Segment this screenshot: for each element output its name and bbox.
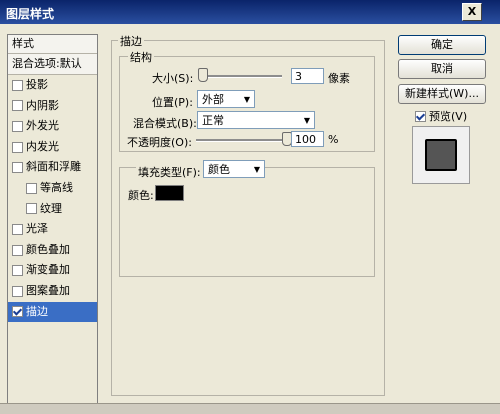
bottom-strip [0,403,500,414]
checkbox-icon[interactable] [12,141,23,153]
checkbox-icon[interactable] [12,244,23,256]
opacity-input[interactable]: 100 [291,131,324,147]
style-item[interactable]: 纹理 [8,199,97,220]
style-item[interactable]: 外发光 [8,116,97,137]
position-value: 外部 [202,93,224,106]
structure-group-title: 结构 [128,49,154,65]
style-item-label: 纹理 [40,201,62,215]
blend-mode-select[interactable]: 正常 ▼ [197,111,315,129]
preview-checkbox[interactable]: 预览(V) [415,108,467,124]
style-items: 投影内阴影外发光内发光斜面和浮雕等高线纹理光泽颜色叠加渐变叠加图案叠加描边 [8,75,97,323]
style-list: 样式 混合选项:默认 投影内阴影外发光内发光斜面和浮雕等高线纹理光泽颜色叠加渐变… [7,34,98,405]
cancel-button[interactable]: 取消 [398,59,486,79]
blend-options-item[interactable]: 混合选项:默认 [8,54,97,75]
stroke-color-swatch[interactable] [155,185,184,201]
style-item[interactable]: 等高线 [8,178,97,199]
style-item[interactable]: 颜色叠加 [8,240,97,261]
style-item[interactable]: 光泽 [8,219,97,240]
style-item-label: 图案叠加 [26,283,70,297]
checkbox-icon[interactable] [26,182,37,194]
position-select[interactable]: 外部 ▼ [197,90,255,108]
ok-button[interactable]: 确定 [398,35,486,55]
style-item[interactable]: 斜面和浮雕 [8,157,97,178]
opacity-slider-track[interactable] [196,139,288,142]
chevron-down-icon: ▼ [243,95,250,104]
style-item-label: 内发光 [26,139,59,153]
style-item-label: 描边 [26,304,48,318]
position-label: 位置(P): [152,96,193,109]
style-preview [412,126,470,184]
checkbox-icon[interactable] [12,306,23,318]
check-icon [415,110,426,122]
checkbox-icon[interactable] [12,223,23,235]
checkbox-icon[interactable] [12,100,23,112]
title-bar[interactable]: 图层样式 X [0,0,500,24]
chevron-down-icon: ▼ [303,116,310,125]
close-icon[interactable]: X [462,3,482,21]
checkbox-icon[interactable] [12,265,23,277]
style-item-label: 等高线 [40,180,73,194]
size-slider-track[interactable] [200,75,282,78]
size-label: 大小(S): [152,72,194,85]
checkbox-icon[interactable] [12,79,23,91]
layer-style-dialog: 图层样式 X 样式 混合选项:默认 投影内阴影外发光内发光斜面和浮雕等高线纹理光… [0,0,500,414]
style-item-label: 颜色叠加 [26,242,70,256]
fill-group [119,167,375,277]
color-label: 颜色: [128,189,154,202]
style-item-label: 内阴影 [26,98,59,112]
chevron-down-icon: ▼ [253,165,260,174]
checkbox-icon[interactable] [26,203,37,215]
blend-mode-label: 混合模式(B): [133,117,197,130]
preview-swatch [425,139,457,171]
style-item-label: 外发光 [26,119,59,133]
size-slider-thumb[interactable] [198,68,208,82]
new-style-button[interactable]: 新建样式(W)... [398,84,486,104]
checkbox-icon[interactable] [12,120,23,132]
style-item[interactable]: 描边 [8,301,97,323]
opacity-unit: % [328,133,339,146]
blend-mode-value: 正常 [202,114,224,127]
style-list-header[interactable]: 样式 [8,35,97,54]
style-item[interactable]: 内阴影 [8,96,97,117]
fill-type-select[interactable]: 颜色 ▼ [203,160,265,178]
window-title: 图层样式 [6,7,55,21]
size-unit: 像素 [328,72,350,85]
fill-type-label: 填充类型(F): [136,164,203,180]
style-item-label: 渐变叠加 [26,263,70,277]
size-input[interactable]: 3 [291,68,324,84]
opacity-label: 不透明度(O): [127,136,192,149]
style-item-label: 斜面和浮雕 [26,160,81,174]
fill-type-value: 颜色 [208,163,230,176]
style-item[interactable]: 渐变叠加 [8,260,97,281]
preview-label: 预览(V) [429,110,468,123]
style-item[interactable]: 图案叠加 [8,281,97,302]
style-item-label: 光泽 [26,222,48,236]
style-item-label: 投影 [26,78,48,91]
checkbox-icon[interactable] [12,162,23,174]
style-item[interactable]: 内发光 [8,137,97,158]
style-item[interactable]: 投影 [8,75,97,96]
checkbox-icon[interactable] [12,285,23,297]
stroke-section-title: 描边 [118,33,144,49]
